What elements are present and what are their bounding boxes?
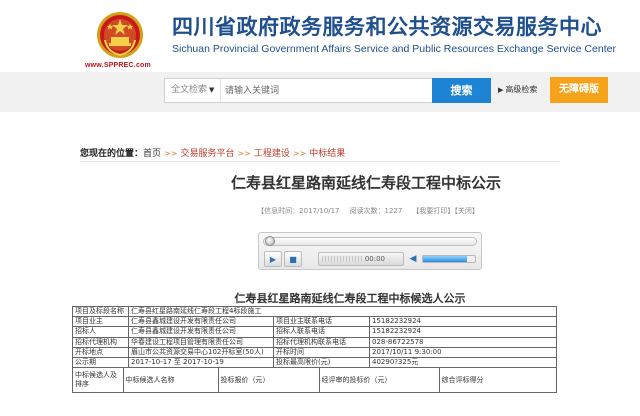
table-row: 招标人 仁寿县鑫城建设开发有限责任公司 招标人联系电话 15182232924 <box>72 326 558 338</box>
time-label: 00:00 <box>364 255 385 263</box>
table-cell: 2017-10-17 至 2017-10-19 <box>128 356 274 369</box>
table-header-row: 中标候选人及排序 中标候选人名称 投标报价（元） 经评审的投标价（元） 综合评标得分 <box>71 367 558 394</box>
table-cell: 招标代理机构联系电话 <box>273 336 370 348</box>
table-header-cell: 中标候选人及排序 <box>75 371 117 389</box>
chevron-down-icon: ▼ <box>209 86 215 94</box>
breadcrumb-item-bid-result[interactable]: 中标结果 <box>309 149 345 159</box>
table-cell: 028-86722578 <box>368 336 558 348</box>
table-cell: 项目及标段名称 <box>72 305 129 318</box>
table-cell: 投标最高限价(元) <box>273 356 370 369</box>
search-input[interactable] <box>225 79 430 102</box>
stop-icon[interactable]: ■ <box>284 251 302 267</box>
advanced-search-link[interactable]: ▶ 高级检索 <box>498 84 537 95</box>
scrub-indicator <box>322 256 362 262</box>
breadcrumb-prefix: 您现在的位置： <box>80 149 144 159</box>
table-cell: 15182232924 <box>368 326 558 338</box>
table-cell: 40290?325元 <box>368 356 558 369</box>
table-row: 项目及标段名称 仁寿县红星路南延线仁寿段工程4标段施工 <box>72 305 558 318</box>
search-scope-dropdown[interactable]: 全文检索 ▼ <box>165 79 221 102</box>
meta-print-close[interactable]: 【我要打印】【关闭】 <box>412 207 479 215</box>
audio-progress-bar[interactable] <box>263 236 477 246</box>
article-meta: 【信息时间：2017/10/17 阅读次数：1227 【我要打印】【关闭】 <box>0 206 640 216</box>
table-header-cell: 经评审的投标价（元） <box>318 368 439 392</box>
breadcrumb-separator: >> <box>237 149 251 158</box>
breadcrumb-home[interactable]: 首页 <box>143 149 161 159</box>
volume-fill <box>423 256 468 262</box>
table-cell: 眉山市公共资源交易中心102开标室(50人) <box>128 346 274 358</box>
site-title-en: Sichuan Provincial Government Affairs Se… <box>172 43 616 55</box>
table-cell: 开标地点 <box>72 346 129 358</box>
table-cell: 招标代理机构 <box>72 336 129 348</box>
table-cell: 公示期 <box>72 356 129 369</box>
table-cell: 开标时间 <box>273 346 370 358</box>
search-scope-label: 全文检索 <box>171 85 208 95</box>
table-row: 招标代理机构 华春建设工程项目管理有限责任公司 招标代理机构联系电话 028-8672… <box>72 336 558 348</box>
table-cell: 项目业主 <box>72 316 129 328</box>
accessibility-button[interactable]: 无障碍版 <box>550 77 608 103</box>
triangle-right-icon: ▶ <box>498 86 504 94</box>
breadcrumb-item-engineering[interactable]: 工程建设 <box>254 149 290 159</box>
table-cell: 项目业主联系电话 <box>273 316 370 328</box>
progress-knob[interactable] <box>265 236 275 246</box>
advanced-search-label: 高级检索 <box>505 85 538 94</box>
table-cell: 2017/10/11 9:30:00 <box>368 346 558 358</box>
table-title: 仁寿县红星路南延线仁寿段工程中标候选人公示 <box>234 292 466 305</box>
national-emblem-icon <box>97 12 143 58</box>
bid-result-table: 项目及标段名称 仁寿县红星路南延线仁寿段工程4标段施工 项目业主 仁寿县鑫城建设开发有… <box>71 305 558 394</box>
meta-views: 阅读次数：1227 <box>349 207 403 215</box>
table-row: 开标地点 眉山市公共资源交易中心102开标室(50人) 开标时间 2017/10/11… <box>72 346 558 358</box>
table-header-cell: 中标候选人名称 <box>122 368 218 392</box>
table-cell: 15182232924 <box>368 316 558 328</box>
breadcrumb: 您现在的位置：首页 >> 交易服务平台 >> 工程建设 >> 中标结果 <box>80 146 345 159</box>
table-cell: 招标人联系电话 <box>273 326 370 338</box>
site-title-cn: 四川省政府政务服务和公共资源交易服务中心 <box>172 15 602 39</box>
volume-slider[interactable] <box>422 255 476 263</box>
play-icon[interactable]: ▶ <box>264 251 282 267</box>
table-row: 公示期 2017-10-17 至 2017-10-19 投标最高限价(元) 40290… <box>72 356 558 369</box>
audio-player: ▶ ■ 00:00 ◀ <box>258 232 482 270</box>
search-button[interactable]: 搜索 <box>432 78 491 103</box>
table-cell: 招标人 <box>72 326 129 338</box>
site-header: www.SPPREC.com 四川省政府政务服务和公共资源交易服务中心 Sich… <box>0 0 640 72</box>
table-row: 项目业主 仁寿县鑫城建设开发有限责任公司 项目业主联系电话 15182232924 <box>72 316 558 328</box>
page-title: 仁寿县红星路南延线仁寿段工程中标公示 <box>230 174 501 192</box>
table-cell: 仁寿县鑫城建设开发有限责任公司 <box>128 316 274 328</box>
breadcrumb-separator: >> <box>292 149 307 158</box>
breadcrumb-item-trading-platform[interactable]: 交易服务平台 <box>180 149 234 159</box>
table-cell: 华春建设工程项目管理有限责任公司 <box>128 336 274 348</box>
table-cell: 仁寿县鑫城建设开发有限责任公司 <box>128 326 274 338</box>
table-cell: 仁寿县红星路南延线仁寿段工程4标段施工 <box>127 305 558 318</box>
breadcrumb-separator: >> <box>164 149 178 158</box>
divider <box>80 161 560 162</box>
table-header-cell: 综合评标得分 <box>438 368 556 392</box>
table-header-cell: 投标报价（元） <box>217 368 319 392</box>
volume-icon[interactable]: ◀ <box>407 252 419 266</box>
meta-info-time: 【信息时间：2017/10/17 <box>257 207 340 215</box>
table-cell: 中标候选人及排序 中标候选人名称 投标报价（元） 经评审的投标价（元） 综合评标得分 <box>71 367 558 394</box>
time-display: 00:00 <box>318 252 404 266</box>
site-url[interactable]: www.SPPREC.com <box>85 62 151 69</box>
